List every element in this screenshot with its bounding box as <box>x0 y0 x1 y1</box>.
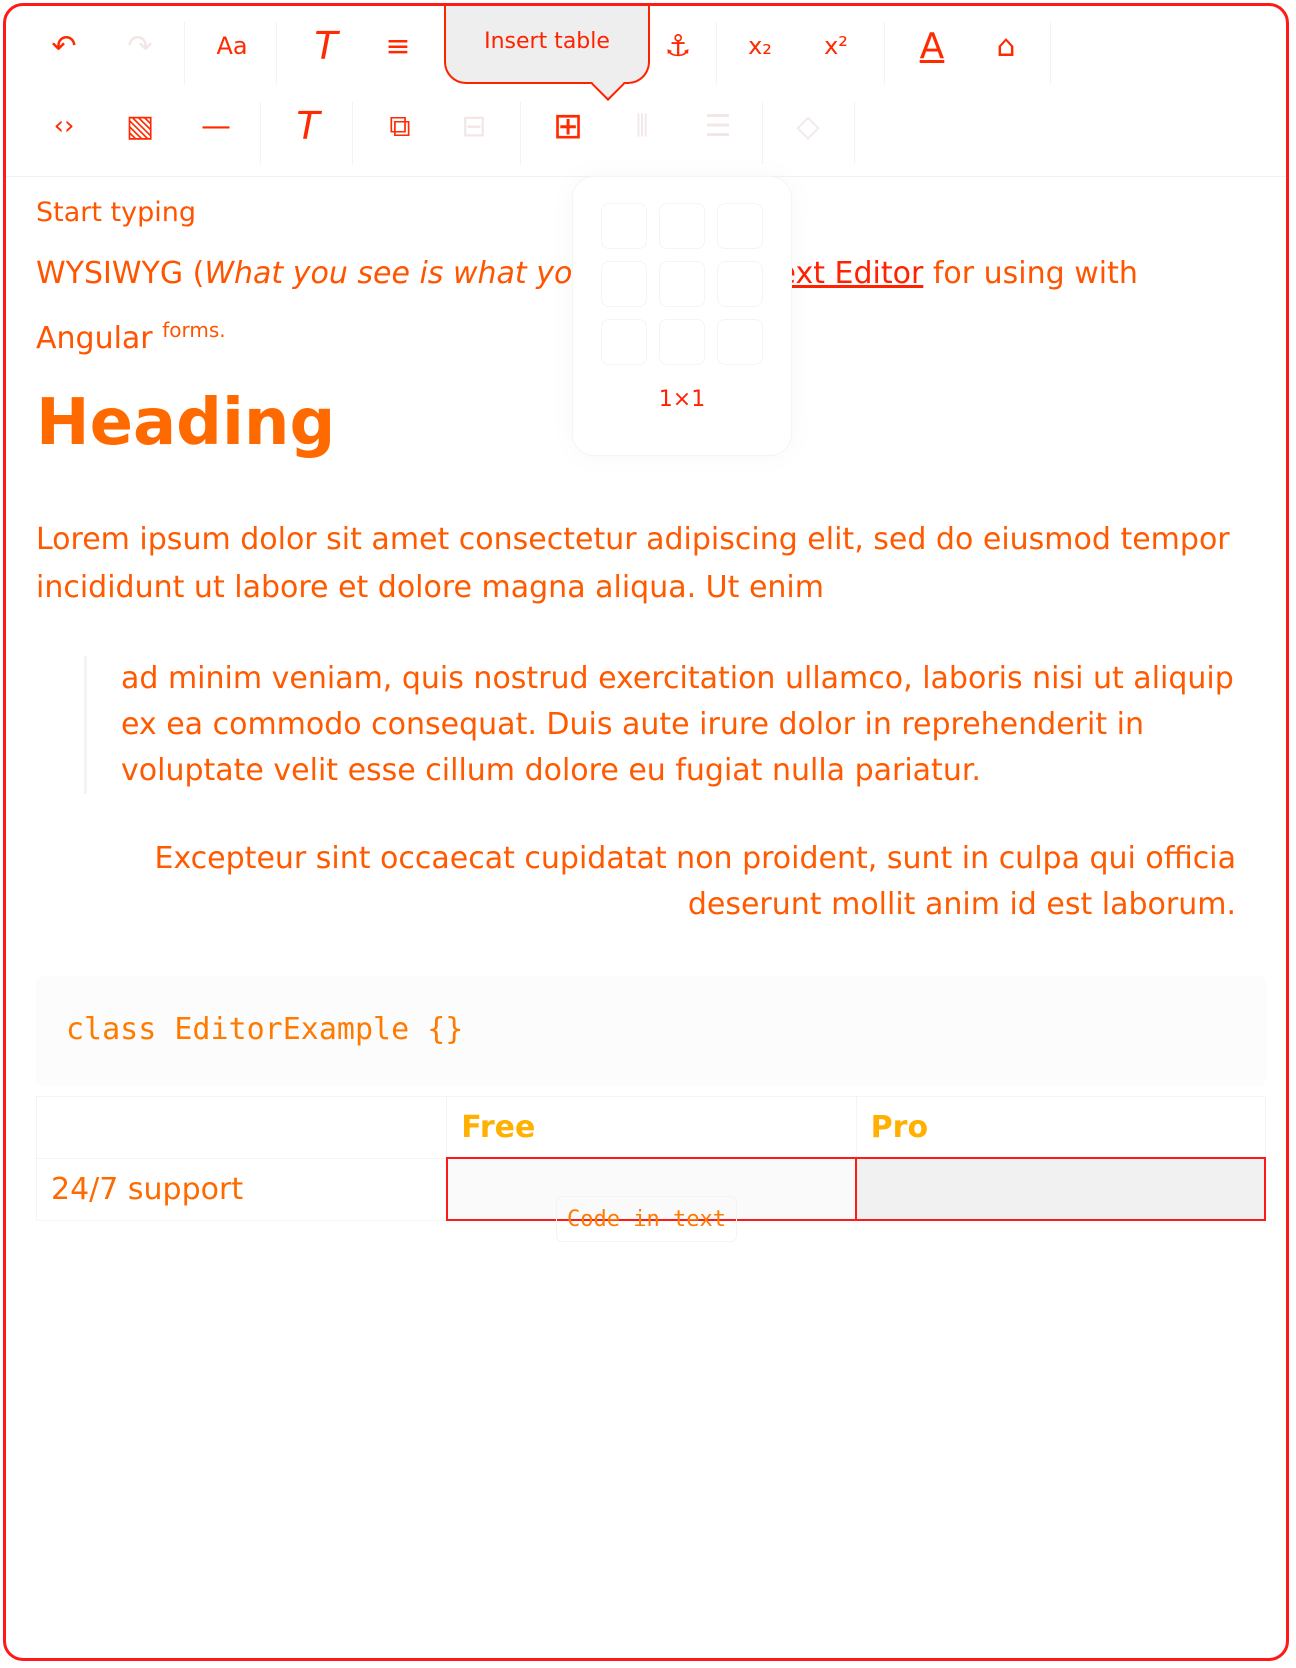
clear-format-button-2[interactable]: T <box>278 96 338 156</box>
toolbar-separator <box>184 22 185 84</box>
heading: Heading <box>36 386 336 460</box>
redo-button[interactable]: ↷ <box>110 16 170 76</box>
right-aligned-paragraph: Excepteur sint occaecat cupidatat non pr… <box>154 841 1237 922</box>
clear-format-button[interactable]: T <box>296 16 356 76</box>
toolbar-separator <box>260 102 261 164</box>
table-grid-cell[interactable] <box>717 319 763 365</box>
font-size-button[interactable]: Aa <box>202 16 262 76</box>
paint-roller-icon: ⌂ <box>996 28 1016 64</box>
toolbar-row-2: ‹› ▧ — T ⧉ ⊟ ⊞ ⫴ ☰ ◇ <box>6 96 1286 176</box>
toolbar-separator <box>762 102 763 164</box>
intro-italic: What you see is what yo <box>204 256 573 291</box>
cell-fill-button[interactable]: ◇ <box>778 96 838 156</box>
clear-format-icon: T <box>314 24 338 68</box>
table-size-popup: 1×1 <box>572 176 792 456</box>
image-icon: ▧ <box>125 108 155 144</box>
row-insert-button[interactable]: ☰ <box>688 96 748 156</box>
toolbar-separator <box>854 102 855 164</box>
paint-format-button[interactable]: ⌂ <box>976 16 1036 76</box>
intro-sup: forms. <box>162 318 226 342</box>
table-size-label: 1×1 <box>658 387 706 412</box>
align-icon: ≡ <box>385 28 411 64</box>
code-button[interactable]: ‹› <box>34 96 94 156</box>
toolbar-separator <box>716 22 717 84</box>
editor: ↶ ↷ Aa T ≡ ∂ ⚓ x₂ x² A ⌂ Insert table ‹›… <box>3 3 1289 1661</box>
table-icon: ⊞ <box>552 105 584 147</box>
copy-button[interactable]: ⧉ <box>370 96 430 156</box>
table-header-cell[interactable]: Free <box>446 1096 857 1159</box>
table-grid-cell[interactable] <box>717 203 763 249</box>
undo-icon: ↶ <box>51 28 77 64</box>
align-button[interactable]: ≡ <box>368 16 428 76</box>
subscript-button[interactable]: x₂ <box>730 16 790 76</box>
redo-icon: ↷ <box>127 28 153 64</box>
table-grid-cell[interactable] <box>659 261 705 307</box>
toolbar-separator <box>520 102 521 164</box>
image-button[interactable]: ▧ <box>110 96 170 156</box>
superscript-icon: x² <box>824 32 848 60</box>
code-block-text: class EditorExample {} <box>66 1012 464 1047</box>
table-grid-cell[interactable] <box>659 203 705 249</box>
code-block: class EditorExample {} <box>36 976 1266 1086</box>
minus-box-button[interactable]: ⊟ <box>444 96 504 156</box>
intro-text-c: Angular <box>36 321 163 356</box>
code-icon: ‹› <box>53 111 75 141</box>
anchor-icon: ⚓ <box>664 28 692 64</box>
table-header-cell[interactable]: Pro <box>855 1096 1266 1159</box>
lorem-paragraph: Lorem ipsum dolor sit amet consectetur a… <box>36 522 1230 605</box>
subscript-icon: x₂ <box>748 32 772 60</box>
table-grid-cell[interactable] <box>601 203 647 249</box>
insert-table-button[interactable]: ⊞ <box>538 96 598 156</box>
toolbar-separator <box>276 22 277 84</box>
inline-code: Code in text <box>556 1196 737 1242</box>
undo-button[interactable]: ↶ <box>34 16 94 76</box>
table-grid-cell[interactable] <box>601 319 647 365</box>
horizontal-rule-button[interactable]: — <box>186 96 246 156</box>
text-color-icon: A <box>919 25 945 67</box>
toolbar-separator <box>352 102 353 164</box>
insert-table-tooltip: Insert table <box>444 6 650 84</box>
cell-fill-icon: ◇ <box>796 108 820 144</box>
anchor-button[interactable]: ⚓ <box>648 16 708 76</box>
intro-text-b: for using with <box>923 256 1138 291</box>
intro-text-a: WYSIWYG ( <box>36 256 205 291</box>
copy-icon: ⧉ <box>389 108 411 144</box>
clear-format-icon-2: T <box>296 104 320 148</box>
table-row: Free Pro <box>35 1096 1266 1159</box>
minus-box-icon: ⊟ <box>461 108 487 144</box>
column-insert-button[interactable]: ⫴ <box>612 96 672 156</box>
column-insert-icon: ⫴ <box>635 108 649 144</box>
horizontal-rule-icon: — <box>201 108 231 144</box>
table-grid-cell[interactable] <box>717 261 763 307</box>
toolbar: ↶ ↷ Aa T ≡ ∂ ⚓ x₂ x² A ⌂ Insert table ‹›… <box>6 6 1286 177</box>
table-cell[interactable]: 24/7 support <box>35 1157 448 1221</box>
table-cell-selected[interactable] <box>855 1157 1266 1221</box>
superscript-button[interactable]: x² <box>806 16 866 76</box>
table-header-cell[interactable] <box>35 1096 448 1159</box>
blockquote: ad minim veniam, quis nostrud exercitati… <box>84 656 1261 794</box>
text-color-button[interactable]: A <box>902 16 962 76</box>
toolbar-separator <box>884 22 885 84</box>
table-grid-cell[interactable] <box>601 261 647 307</box>
toolbar-separator <box>1050 22 1051 84</box>
table-grid-cell[interactable] <box>659 319 705 365</box>
row-insert-icon: ☰ <box>704 108 732 144</box>
font-size-icon: Aa <box>216 32 248 60</box>
